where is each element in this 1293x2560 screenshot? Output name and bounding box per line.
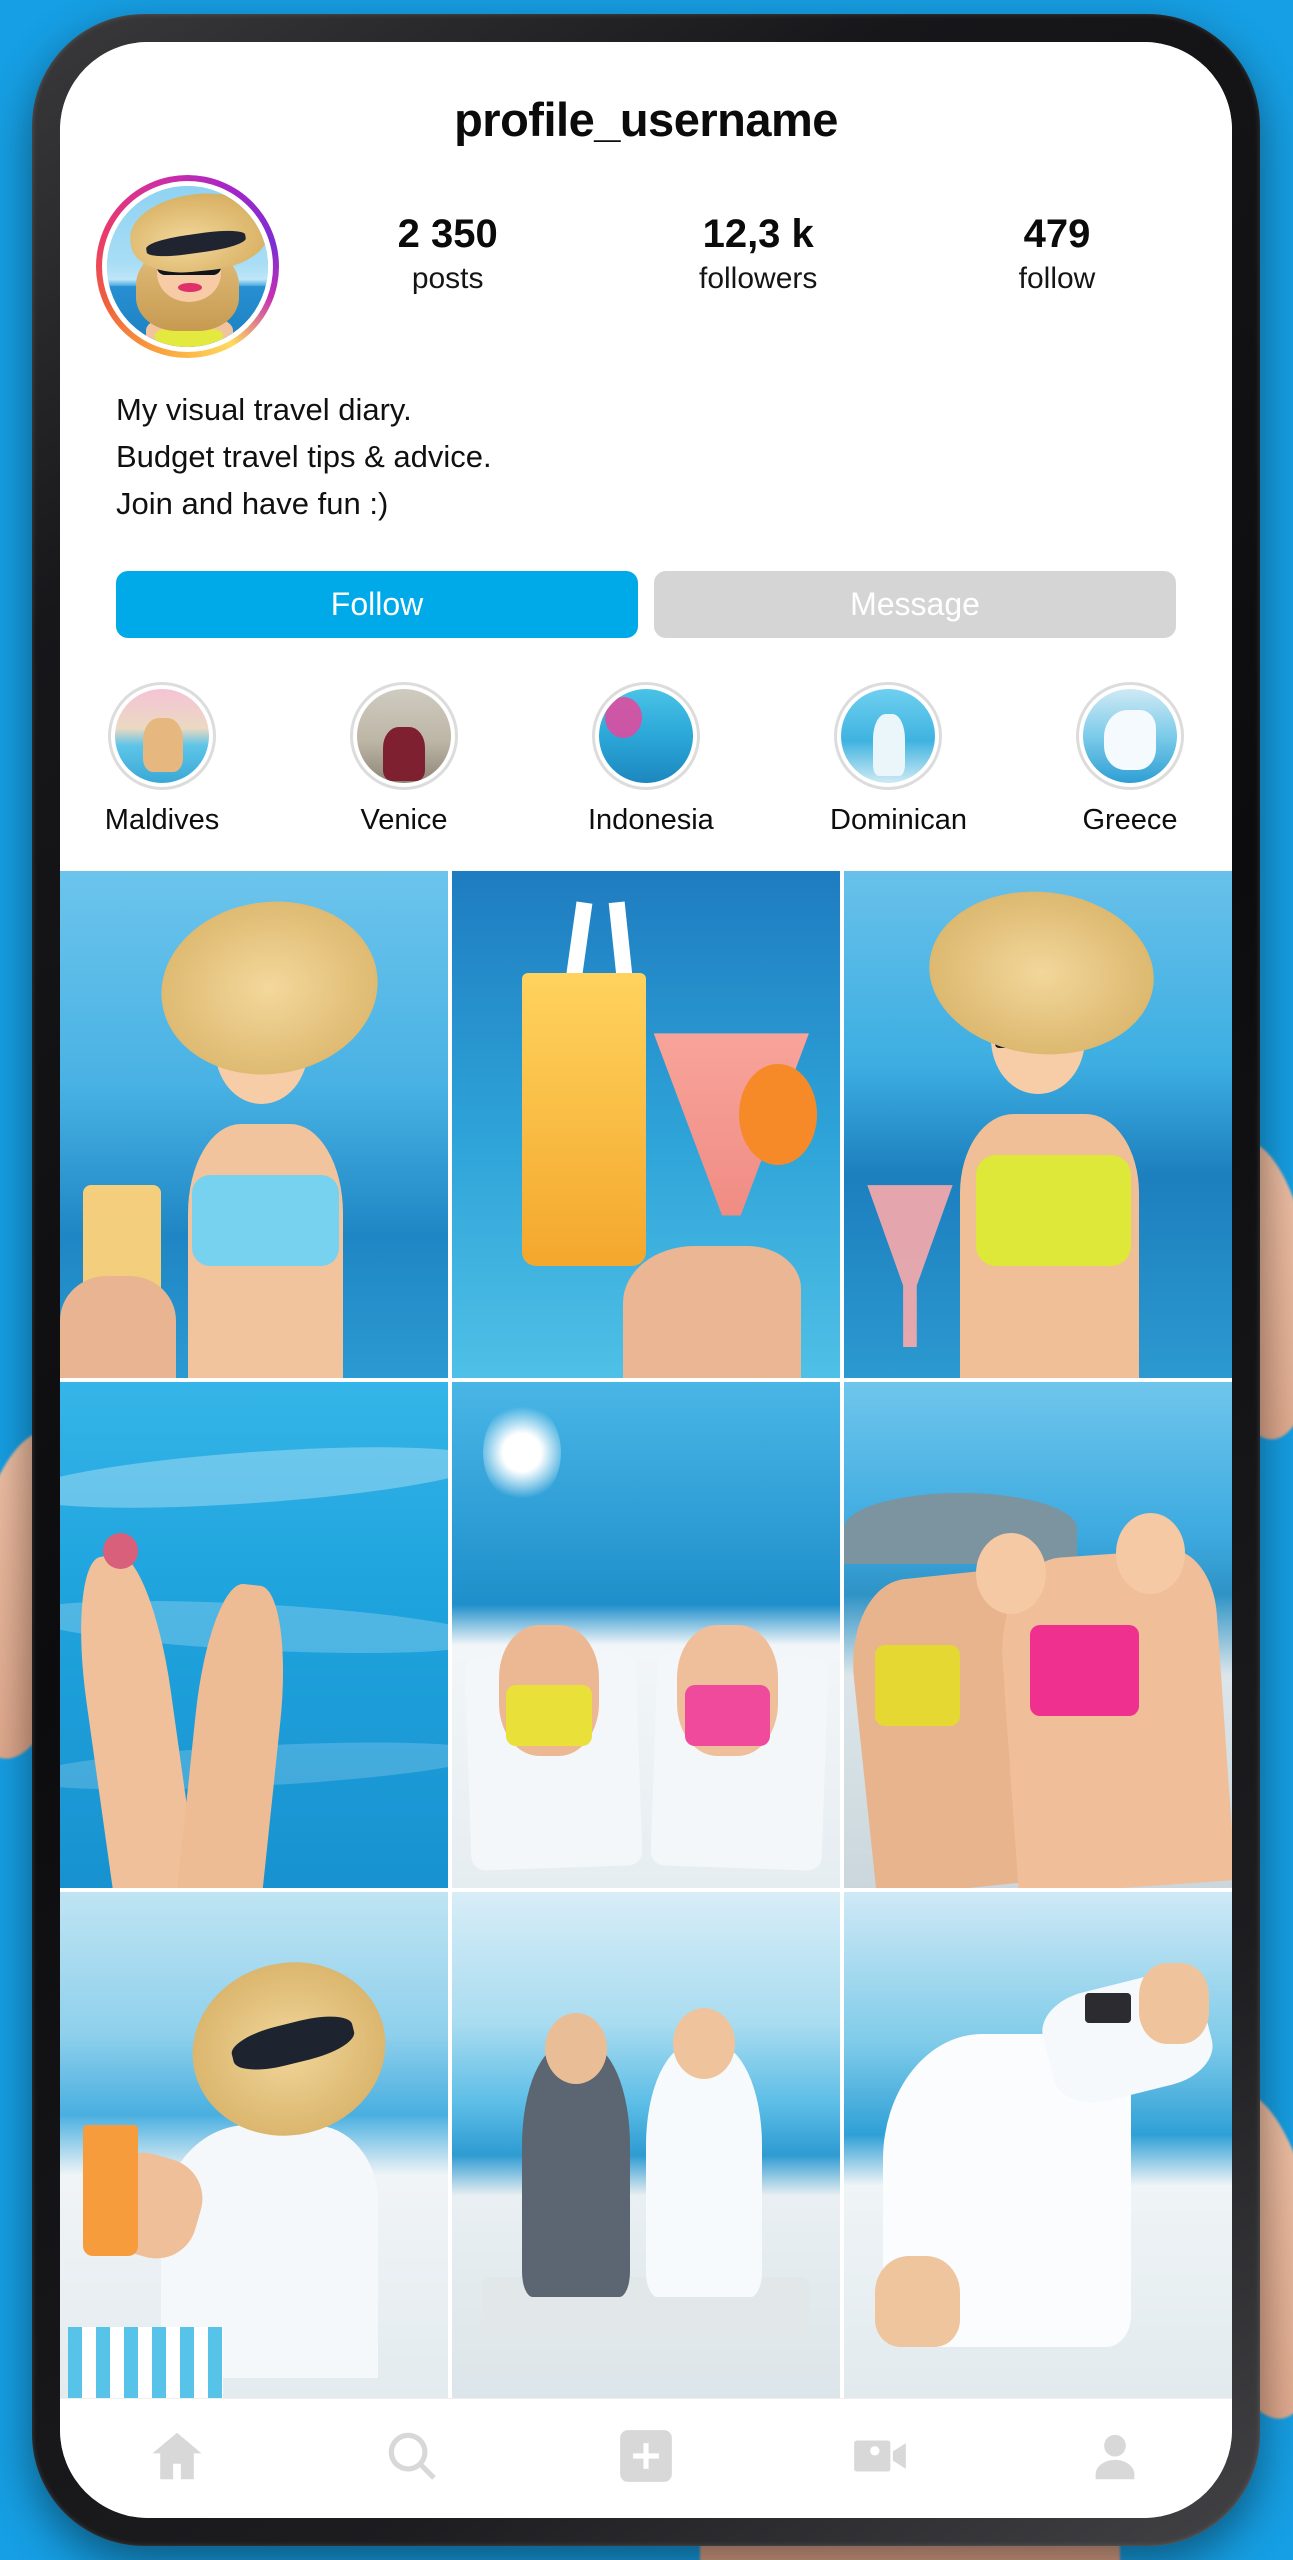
- post-grid: [60, 871, 1232, 2398]
- post3-cocktail-glass: [867, 1185, 953, 1348]
- highlight-maldives[interactable]: Maldives: [104, 682, 220, 837]
- bottom-navigation: [60, 2398, 1232, 2518]
- post9-hand: [1138, 1962, 1209, 2044]
- nav-home[interactable]: [122, 2414, 232, 2504]
- post-thumbnail[interactable]: [452, 1891, 840, 2398]
- avatar[interactable]: [102, 181, 273, 352]
- post2-hands: [622, 1245, 802, 1378]
- highlight-dominican[interactable]: Dominican: [830, 682, 967, 837]
- search-icon: [381, 2425, 443, 2492]
- post6-mountain: [844, 1492, 1077, 1564]
- post4-painted-toes: [102, 1533, 138, 1569]
- stat-followers-value: 12,3 k: [702, 212, 814, 257]
- post1-swimsuit: [191, 1175, 340, 1267]
- post6-head: [1115, 1513, 1186, 1595]
- highlight-greece[interactable]: Greece: [1072, 682, 1188, 837]
- post5-sun-flare: [483, 1401, 561, 1504]
- post1-hand: [60, 1276, 177, 1378]
- highlight-dominican-label: Dominican: [830, 804, 967, 837]
- avatar-swimsuit: [155, 327, 223, 347]
- highlight-indonesia[interactable]: Indonesia: [588, 682, 714, 837]
- phone-screen: profile_username 2 350 posts 12,3 k foll…: [60, 42, 1232, 2518]
- post6-pink-swimsuit: [1030, 1624, 1139, 1716]
- post-thumbnail[interactable]: [844, 1891, 1232, 2398]
- app-header: profile_username: [60, 42, 1232, 161]
- post5-pink-swimsuit: [684, 1685, 771, 1746]
- stat-following-label: follow: [1018, 262, 1096, 296]
- reels-video-icon: [849, 2425, 911, 2492]
- stat-following[interactable]: 479 follow: [1019, 211, 1096, 300]
- add-post-icon: [615, 2425, 677, 2492]
- post2-orange-slice: [739, 1063, 817, 1165]
- post5-yellow-swimsuit: [506, 1685, 592, 1746]
- post3-bikini: [975, 1154, 1132, 1267]
- avatar-story-ring[interactable]: [96, 175, 279, 358]
- highlight-dominican-circle[interactable]: [834, 682, 942, 791]
- post-thumbnail[interactable]: [60, 1381, 448, 1888]
- highlight-venice[interactable]: Venice: [346, 682, 462, 837]
- post6-yellow-swimsuit: [875, 1644, 961, 1726]
- post3-straw-hat: [921, 880, 1163, 1065]
- stat-followers[interactable]: 12,3 k followers: [699, 211, 817, 300]
- post-thumbnail[interactable]: [452, 871, 840, 1378]
- highlight-indonesia-label: Indonesia: [588, 804, 714, 837]
- nav-add-post[interactable]: [591, 2414, 701, 2504]
- highlight-maldives-thumb: [115, 689, 209, 784]
- follow-button[interactable]: Follow: [116, 571, 638, 639]
- post9-foot: [875, 2256, 961, 2348]
- post4-leg: [66, 1549, 201, 1888]
- post-thumbnail[interactable]: [452, 1381, 840, 1888]
- profile-bio: My visual travel diary. Budget travel ti…: [60, 358, 1232, 528]
- stat-followers-label: followers: [699, 262, 818, 296]
- highlight-maldives-label: Maldives: [104, 804, 220, 837]
- post9-bracelet: [1084, 1993, 1132, 2024]
- post4-water-ripple: [60, 1436, 448, 1520]
- post-thumbnail[interactable]: [844, 1381, 1232, 1888]
- story-highlights: Maldives Venice Indonesia Dominican Gree…: [60, 638, 1232, 838]
- post7-drink: [83, 2124, 138, 2257]
- highlight-venice-thumb: [357, 689, 451, 784]
- avatar-lips: [177, 282, 202, 293]
- stat-posts-label: posts: [411, 262, 484, 296]
- bio-line-3: Join and have fun :): [116, 486, 389, 522]
- highlight-indonesia-circle[interactable]: [592, 682, 700, 791]
- stat-posts[interactable]: 2 350 posts: [398, 211, 498, 300]
- stat-posts-value: 2 350: [397, 212, 498, 257]
- highlight-maldives-circle[interactable]: [108, 682, 216, 791]
- profile-actions: Follow Message: [60, 527, 1232, 639]
- post-thumbnail[interactable]: [60, 871, 448, 1378]
- post2-juice-glass: [521, 972, 646, 1267]
- bio-line-2: Budget travel tips & advice.: [116, 439, 492, 475]
- post-thumbnail[interactable]: [844, 871, 1232, 1378]
- bio-line-1: My visual travel diary.: [116, 392, 412, 427]
- nav-profile[interactable]: [1060, 2414, 1170, 2504]
- phone-frame: profile_username 2 350 posts 12,3 k foll…: [32, 14, 1260, 2546]
- message-button[interactable]: Message: [654, 571, 1176, 639]
- post-thumbnail[interactable]: [60, 1891, 448, 2398]
- post8-head: [545, 2013, 608, 2085]
- profile-stats: 2 350 posts 12,3 k followers 479 follow: [279, 211, 1196, 322]
- profile-person-icon: [1084, 2425, 1146, 2492]
- highlight-venice-label: Venice: [360, 804, 448, 837]
- post6-head: [975, 1533, 1046, 1615]
- highlight-greece-circle[interactable]: [1076, 682, 1184, 791]
- highlight-dominican-thumb: [841, 689, 935, 784]
- post7-bunting: [67, 2327, 223, 2398]
- highlight-greece-label: Greece: [1082, 804, 1178, 837]
- profile-summary: 2 350 posts 12,3 k followers 479 follow: [60, 161, 1232, 358]
- nav-search[interactable]: [357, 2414, 467, 2504]
- stat-following-value: 479: [1023, 212, 1091, 257]
- highlight-venice-circle[interactable]: [350, 682, 458, 791]
- home-icon: [146, 2425, 208, 2492]
- highlight-indonesia-thumb: [599, 689, 693, 784]
- highlight-greece-thumb: [1083, 689, 1177, 784]
- nav-reels[interactable]: [825, 2414, 935, 2504]
- post8-person-white: [646, 2043, 763, 2297]
- page-title: profile_username: [454, 93, 838, 146]
- post8-head: [673, 2008, 736, 2080]
- post1-straw-hat: [149, 887, 390, 1089]
